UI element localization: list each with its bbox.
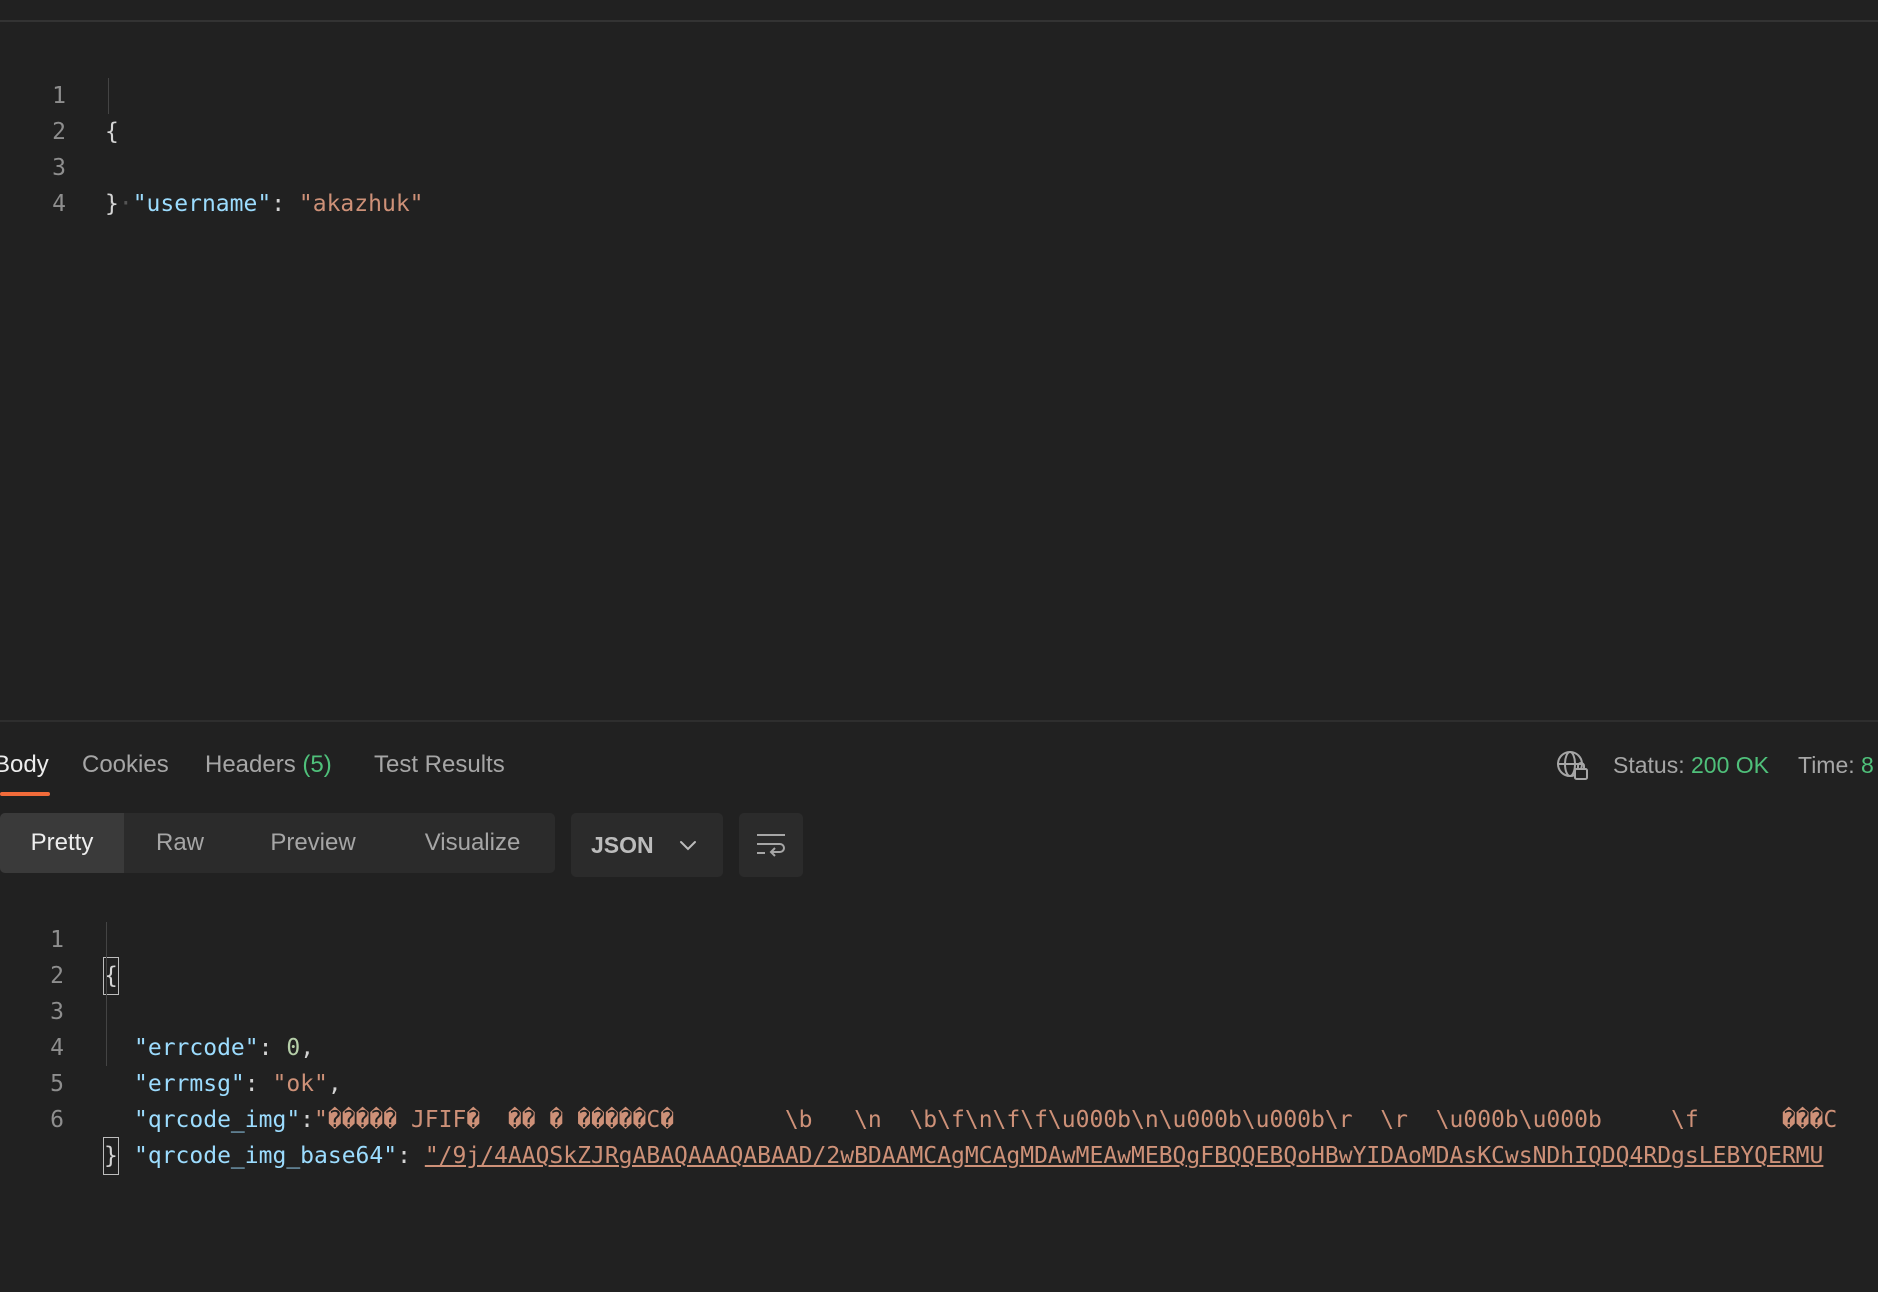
indent-guide <box>106 994 107 1030</box>
json-separator: : <box>300 1107 315 1133</box>
view-visualize-button[interactable]: Visualize <box>400 813 545 873</box>
tab-headers[interactable]: Headers (5) <box>205 733 332 791</box>
active-tab-indicator <box>0 792 50 796</box>
indent-guide <box>106 922 107 958</box>
code-line: 3 } <box>0 114 1878 217</box>
tab-cookies[interactable]: Cookies <box>82 733 169 791</box>
headers-count: (5) <box>302 751 332 778</box>
tab-test-results[interactable]: Test Results <box>374 733 505 791</box>
line-number: 6 <box>50 1107 64 1133</box>
code-line: 5 "qrcode_img_base64": "/9j/4AAQSkZJRgAB… <box>0 1030 1878 1169</box>
json-separator: : <box>397 1143 425 1169</box>
format-label: JSON <box>591 832 654 858</box>
tab-label: Cookies <box>82 751 169 778</box>
json-separator: : <box>271 191 299 217</box>
tab-label: Body <box>0 751 49 778</box>
format-dropdown[interactable]: JSON <box>571 813 723 877</box>
status-value: 200 OK <box>1691 752 1769 778</box>
code-line: 2 "errcode": 0, <box>0 922 1878 1061</box>
status-label: Status: <box>1613 752 1685 778</box>
json-link-value[interactable]: "/9j/4AAQSkZJRgABAQAAAQABAAD/2wBDAAMCAgM… <box>425 1143 1824 1169</box>
code-line: 1 { <box>0 886 1878 995</box>
code-line: 4 "qrcode_img":"����� JFIF� �� � �����C�… <box>0 994 1878 1133</box>
line-number: 4 <box>52 191 66 217</box>
json-key: "qrcode_img" <box>134 1107 301 1133</box>
json-value: "����� JFIF� �� � �����C� \b \n \b\f\n\f… <box>314 1107 1838 1133</box>
status-indicator[interactable]: Status: 200 OK <box>1613 733 1769 797</box>
response-body-viewer[interactable]: 1 { 2 "errcode": 0, 3 "errmsg": "ok", 4 … <box>0 886 1878 1292</box>
code-content: "qrcode_img":"����� JFIF� �� � �����C� \… <box>134 1102 1837 1138</box>
code-line: 1 { <box>0 42 1878 145</box>
view-pretty-button[interactable]: Pretty <box>0 813 124 873</box>
wrap-lines-button[interactable] <box>739 813 803 877</box>
tab-label: Test Results <box>374 751 505 778</box>
indent-guide <box>106 958 107 994</box>
view-mode-toggle: Pretty Raw Preview Visualize <box>0 813 555 873</box>
wrap-lines-icon <box>757 834 785 857</box>
globe-lock-icon[interactable] <box>1555 748 1591 784</box>
time-indicator[interactable]: Time: 8 <box>1798 733 1874 797</box>
code-line: 6 } <box>0 1066 1878 1175</box>
close-brace: } <box>105 191 119 217</box>
tab-label: Headers <box>205 751 296 778</box>
code-line: 4 <box>0 150 1878 217</box>
time-value: 8 <box>1861 752 1874 778</box>
code-content: ··"username": "akazhuk" <box>105 191 424 217</box>
chevron-down-icon <box>680 841 696 851</box>
indent-guide <box>106 1030 107 1066</box>
json-value: "akazhuk" <box>298 191 424 217</box>
response-tabs: Body Cookies Headers (5) Test Results <box>0 733 1878 791</box>
pane-splitter[interactable] <box>0 720 1878 722</box>
top-divider <box>0 20 1878 22</box>
view-preview-button[interactable]: Preview <box>250 813 376 873</box>
tab-body[interactable]: Body <box>0 733 49 791</box>
view-raw-button[interactable]: Raw <box>130 813 230 873</box>
json-key: "username" <box>132 191 272 217</box>
code-line: 2 ··"username": "akazhuk" <box>0 78 1878 217</box>
time-label: Time: <box>1798 752 1855 778</box>
close-brace: } <box>103 1137 119 1175</box>
code-content: "qrcode_img_base64": "/9j/4AAQSkZJRgABAQ… <box>134 1138 1823 1174</box>
code-line: 3 "errmsg": "ok", <box>0 958 1878 1097</box>
indent-guide <box>108 78 109 114</box>
request-body-editor[interactable]: 1 { 2 ··"username": "akazhuk" 3 } 4 <box>0 24 1878 720</box>
json-key: "qrcode_img_base64" <box>134 1143 398 1169</box>
